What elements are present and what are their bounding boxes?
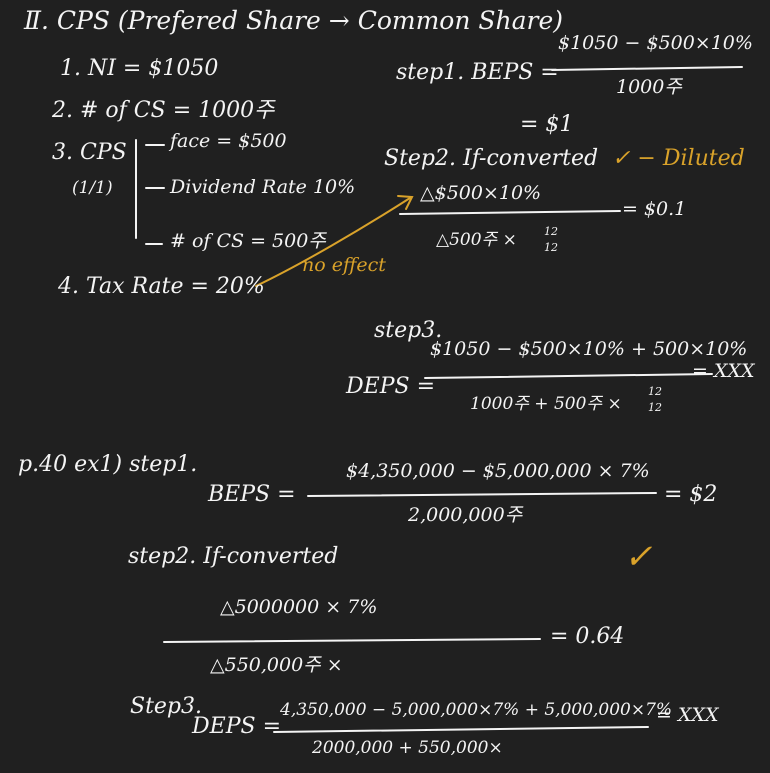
- ex1-step1-fraction-line: [551, 66, 743, 71]
- ex1-step3-numerator: $1050 − $500×10% + 500×10%: [430, 338, 748, 360]
- ex2-step3-denominator: 2000,000 + 550,000×: [312, 738, 503, 758]
- section-title: Ⅱ. CPS (Prefered Share → Common Share): [24, 6, 564, 35]
- ex1-step3-result: = XXX: [692, 360, 755, 382]
- no-effect-note: no effect: [302, 254, 386, 276]
- ex1-step2-result: = $0.1: [622, 198, 687, 220]
- ex2-deps-label: DEPS =: [192, 714, 281, 739]
- given-face: face = $500: [170, 130, 287, 152]
- given-cs: 2. # of CS = 1000주: [52, 98, 275, 123]
- given-tax-rate: 4. Tax Rate = 20%: [58, 274, 265, 299]
- ex2-step3-fraction-line: [273, 726, 649, 733]
- ex1-step2-month-den: 12: [544, 241, 558, 254]
- ex1-step2-fraction-line: [399, 210, 621, 215]
- ex2-step1-fraction-line: [307, 492, 657, 497]
- ex2-step1-numerator: $4,350,000 − $5,000,000 × 7%: [346, 460, 650, 482]
- ex2-step3-numerator: 4,350,000 − 5,000,000×7% + 5,000,000×7%: [280, 700, 673, 720]
- ex1-step1-numerator: $1050 − $500×10%: [558, 32, 753, 54]
- given-dividend-rate: Dividend Rate 10%: [170, 176, 356, 198]
- ex2-step2-fraction-line: [163, 638, 541, 643]
- ex2-step1-result: = $2: [664, 482, 718, 507]
- ex1-step3-month-den: 12: [648, 401, 662, 414]
- ex2-step2-result: = 0.64: [550, 624, 625, 649]
- given-cps-ratio: (1/1): [72, 178, 113, 198]
- ex1-step2-month-num: 12: [544, 225, 558, 238]
- ex1-step3-month-num: 12: [648, 385, 662, 398]
- ex1-step1-result: = $1: [520, 112, 574, 137]
- given-cps: 3. CPS: [52, 140, 127, 165]
- ex2-reference: p.40 ex1) step1.: [18, 452, 198, 477]
- ex2-step2-denominator: △550,000주 ×: [210, 654, 343, 676]
- ex2-check-mark: ✓: [624, 537, 653, 577]
- given-cs-count: # of CS = 500주: [170, 230, 326, 252]
- ex1-deps-label: DEPS =: [346, 374, 435, 399]
- ex2-step2-label: step2. If-converted: [128, 544, 339, 569]
- ex2-step3-result: = XXX: [656, 704, 719, 726]
- ex1-step2-numerator: △$500×10%: [420, 182, 542, 204]
- ex1-step2-denominator: △500주 ×: [436, 230, 517, 250]
- ex1-step1-label: step1. BEPS =: [396, 60, 559, 85]
- ex2-step1-denominator: 2,000,000주: [408, 504, 523, 526]
- ex2-step2-numerator: △5000000 × 7%: [220, 596, 378, 618]
- ex1-step3-fraction-line: [424, 373, 713, 379]
- ex1-step2-label: Step2. If-converted: [384, 146, 599, 171]
- given-ni: 1. NI = $1050: [60, 56, 219, 81]
- diluted-mark: ✓ − Diluted: [612, 146, 745, 171]
- ex2-beps-label: BEPS =: [208, 482, 296, 507]
- ex1-step1-denominator: 1000주: [616, 76, 682, 98]
- whiteboard-canvas: Ⅱ. CPS (Prefered Share → Common Share) 1…: [0, 0, 770, 773]
- ex1-step3-denominator: 1000주 + 500주 ×: [470, 394, 622, 414]
